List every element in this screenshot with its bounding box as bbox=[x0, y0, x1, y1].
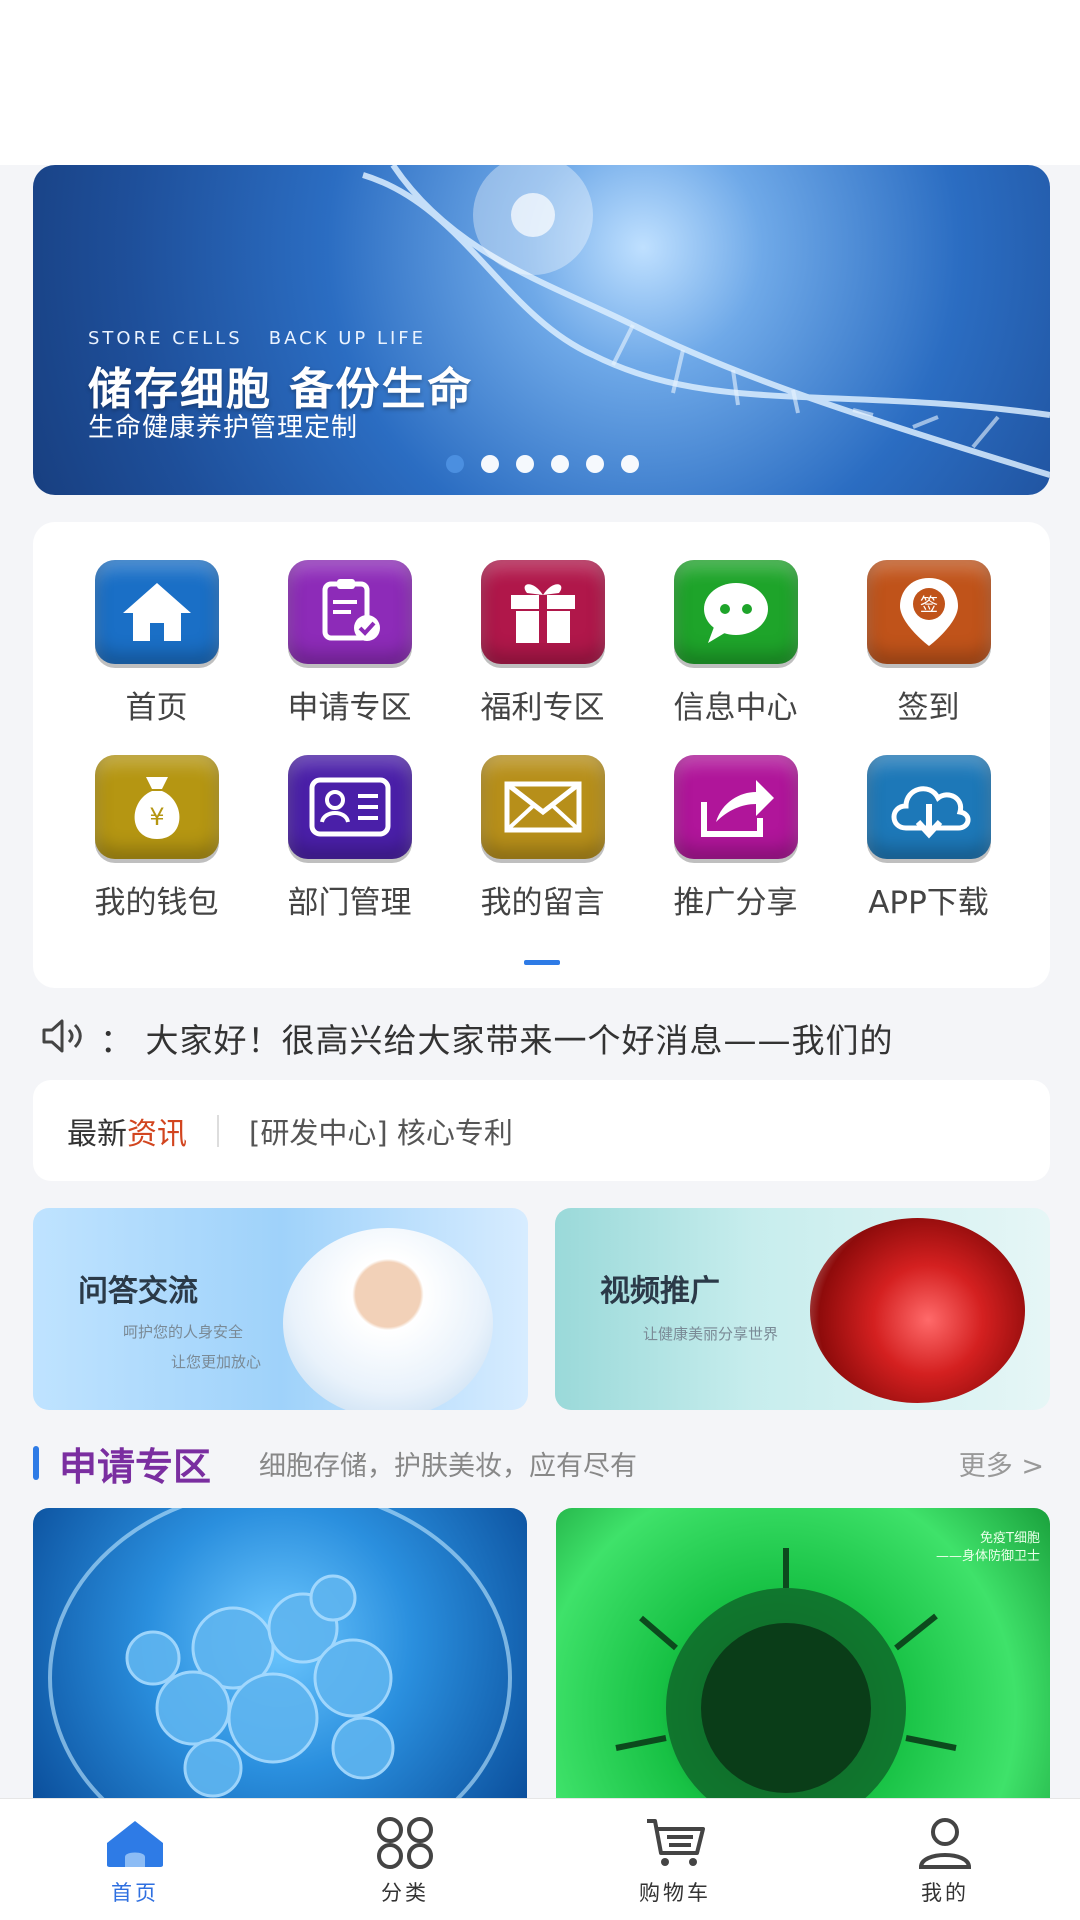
promo-card-qa[interactable]: 问答交流 呵护您的人身安全 让您更加放心 bbox=[33, 1208, 528, 1410]
grid-item-app-download[interactable]: APP下载 bbox=[832, 755, 1025, 922]
carousel-dot[interactable] bbox=[551, 455, 569, 473]
wallet-badge: ¥ bbox=[149, 803, 164, 831]
envelope-icon bbox=[480, 755, 605, 859]
carousel-dot[interactable] bbox=[481, 455, 499, 473]
grid-icon bbox=[377, 1817, 433, 1869]
section-title: 申请专区 bbox=[59, 1444, 212, 1489]
cell-cluster-image bbox=[48, 1508, 512, 1798]
section-accent-bar bbox=[33, 1446, 39, 1480]
grid-label: 福利专区 bbox=[480, 690, 605, 726]
grid-label: 推广分享 bbox=[673, 885, 798, 921]
sign-in-pin-icon: 签 bbox=[866, 560, 991, 664]
grid-page-indicator bbox=[524, 960, 560, 965]
tab-label: 首页 bbox=[111, 1881, 159, 1905]
notice-marquee[interactable]: ： 大家好！很高兴给大家带来一个好消息——我们的 bbox=[40, 1012, 1050, 1064]
grid-item-department[interactable]: 部门管理 bbox=[253, 755, 446, 922]
section-subtitle: 细胞存储，护肤美妆，应有尽有 bbox=[259, 1450, 638, 1482]
id-card-icon bbox=[287, 755, 412, 859]
cart-icon bbox=[647, 1819, 705, 1866]
function-grid: 首页 申请专区 福利专区 信息中心 签 签到 ¥ 我的钱包 部门管理 我的留言 … bbox=[33, 522, 1050, 988]
user-icon bbox=[918, 1818, 972, 1869]
notice-text: ： 大家好！很高兴给大家带来一个好消息——我们的 bbox=[100, 1021, 894, 1060]
chat-bubble-icon bbox=[673, 560, 798, 664]
speaker-icon bbox=[40, 1016, 92, 1060]
grid-item-home[interactable]: 首页 bbox=[60, 560, 253, 727]
tab-category[interactable]: 分类 bbox=[270, 1799, 540, 1920]
grid-item-share[interactable]: 推广分享 bbox=[639, 755, 832, 922]
grid-item-wallet[interactable]: ¥ 我的钱包 bbox=[60, 755, 253, 922]
grid-row: ¥ 我的钱包 部门管理 我的留言 推广分享 APP下载 bbox=[33, 755, 1050, 922]
bottom-tab-bar: 首页 分类 购物车 我的 bbox=[0, 1798, 1080, 1920]
promo-subtitle: 让健康美丽分享世界 bbox=[643, 1325, 779, 1343]
house-icon bbox=[94, 560, 219, 664]
news-headline[interactable]: [研发中心] 核心专利 bbox=[249, 1110, 513, 1152]
grid-item-apply[interactable]: 申请专区 bbox=[253, 560, 446, 727]
grid-item-info-center[interactable]: 信息中心 bbox=[639, 560, 832, 727]
banner-carousel[interactable]: STORE CELLS BACK UP LIFE 储存细胞 备份生命 生命健康养… bbox=[33, 165, 1050, 495]
carousel-dot[interactable] bbox=[621, 455, 639, 473]
promo-title: 视频推广 bbox=[600, 1274, 720, 1309]
news-tag-prefix: 最新 bbox=[67, 1116, 127, 1152]
clipboard-check-icon bbox=[287, 560, 412, 664]
carousel-dot[interactable] bbox=[586, 455, 604, 473]
product-card[interactable]: 免疫T细胞 ——身体防御卫士 bbox=[556, 1508, 1050, 1798]
news-tag: 最新资讯 bbox=[67, 1109, 187, 1153]
grid-label: 签到 bbox=[897, 690, 960, 726]
grid-label: 首页 bbox=[125, 690, 188, 726]
status-area bbox=[0, 0, 1080, 165]
grid-item-welfare[interactable]: 福利专区 bbox=[446, 560, 639, 727]
tab-label: 我的 bbox=[921, 1881, 969, 1905]
promo-title: 问答交流 bbox=[78, 1274, 198, 1309]
tab-home[interactable]: 首页 bbox=[0, 1799, 270, 1920]
product-card[interactable] bbox=[33, 1508, 527, 1798]
blood-cell-image bbox=[810, 1218, 1025, 1403]
grid-label: 部门管理 bbox=[287, 885, 412, 921]
news-tag-highlight: 资讯 bbox=[127, 1116, 187, 1152]
promo-card-video[interactable]: 视频推广 让健康美丽分享世界 bbox=[555, 1208, 1050, 1410]
banner-english-line: STORE CELLS BACK UP LIFE bbox=[88, 328, 427, 349]
product-caption: 免疫T细胞 ——身体防御卫士 bbox=[936, 1530, 1040, 1566]
banner-subtitle: 生命健康养护管理定制 bbox=[88, 413, 359, 443]
grid-item-message[interactable]: 我的留言 bbox=[446, 755, 639, 922]
latest-news-bar[interactable]: 最新资讯 [研发中心] 核心专利 bbox=[33, 1080, 1050, 1181]
tab-label: 购物车 bbox=[639, 1881, 711, 1905]
grid-label: APP下载 bbox=[868, 885, 989, 921]
carousel-dot[interactable] bbox=[446, 455, 464, 473]
grid-label: 我的钱包 bbox=[94, 885, 219, 921]
promo-subtitle: 让您更加放心 bbox=[171, 1353, 262, 1371]
carousel-dots bbox=[446, 455, 639, 473]
share-arrow-icon bbox=[673, 755, 798, 859]
page: STORE CELLS BACK UP LIFE 储存细胞 备份生命 生命健康养… bbox=[0, 0, 1080, 1920]
money-bag-icon: ¥ bbox=[94, 755, 219, 859]
doctor-photo bbox=[283, 1228, 493, 1410]
carousel-dot[interactable] bbox=[516, 455, 534, 473]
tab-mine[interactable]: 我的 bbox=[810, 1799, 1080, 1920]
home-icon bbox=[107, 1821, 163, 1867]
gift-icon bbox=[480, 560, 605, 664]
grid-label: 申请专区 bbox=[287, 690, 412, 726]
grid-label: 信息中心 bbox=[673, 690, 798, 726]
promo-subtitle: 呵护您的人身安全 bbox=[123, 1323, 244, 1341]
grid-row: 首页 申请专区 福利专区 信息中心 签 签到 bbox=[33, 560, 1050, 727]
section-header-apply: 申请专区 细胞存储，护肤美妆，应有尽有 更多 > bbox=[33, 1438, 1050, 1489]
tab-cart[interactable]: 购物车 bbox=[540, 1799, 810, 1920]
product-caption-line: ——身体防御卫士 bbox=[935, 1549, 1040, 1564]
news-divider bbox=[217, 1114, 219, 1147]
more-link[interactable]: 更多 > bbox=[959, 1444, 1044, 1483]
cloud-download-icon bbox=[866, 755, 991, 859]
grid-item-sign-in[interactable]: 签 签到 bbox=[832, 560, 1025, 727]
sign-in-badge: 签 bbox=[920, 595, 938, 616]
product-caption-line: 免疫T细胞 bbox=[980, 1531, 1040, 1546]
grid-label: 我的留言 bbox=[480, 885, 605, 921]
tab-label: 分类 bbox=[381, 1881, 429, 1905]
